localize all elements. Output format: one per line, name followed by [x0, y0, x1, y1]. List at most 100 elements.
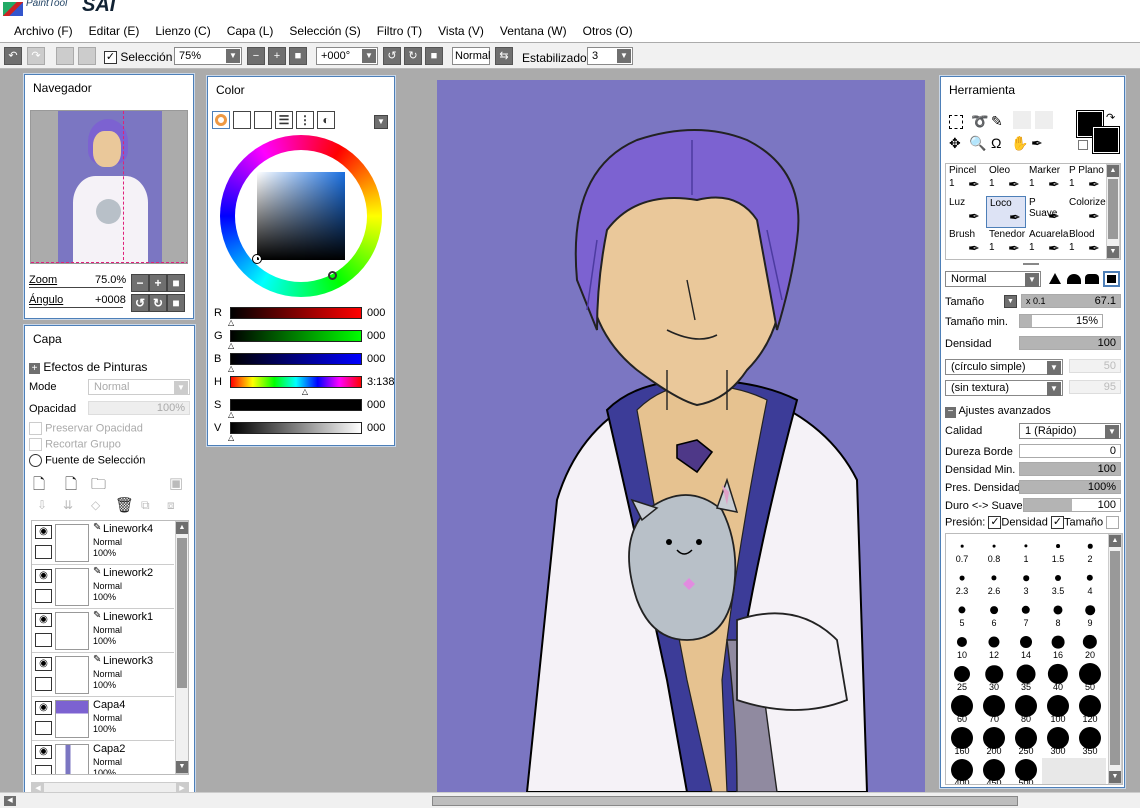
- layer-mode-select[interactable]: Normal ▼: [88, 379, 190, 395]
- menu-item-3[interactable]: Capa (L): [227, 24, 274, 38]
- scroll-left-icon[interactable]: ◀: [4, 796, 16, 806]
- brush-size-preset[interactable]: 70: [978, 694, 1010, 726]
- transfer-down-icon[interactable]: ⇩: [37, 498, 47, 512]
- zoom-out-icon[interactable]: −: [247, 47, 265, 65]
- layer-lock-box[interactable]: [35, 765, 52, 774]
- brush-size-preset[interactable]: 40: [1042, 662, 1074, 694]
- nav-rotate-reset-icon[interactable]: ■: [167, 294, 185, 312]
- layer-lock-box[interactable]: [35, 545, 52, 559]
- zoom-select[interactable]: 75% ▼: [174, 47, 242, 65]
- menu-item-1[interactable]: Editar (E): [89, 24, 140, 38]
- brush-size-preset[interactable]: 6: [978, 598, 1010, 630]
- angle-slider[interactable]: [29, 307, 123, 308]
- brush-size-preset[interactable]: 12: [978, 630, 1010, 662]
- brush-size-preset[interactable]: 80: [1010, 694, 1042, 726]
- brush-size-preset[interactable]: 16: [1042, 630, 1074, 662]
- brush-size-preset[interactable]: 5: [946, 598, 978, 630]
- merge-visible-icon[interactable]: ⧉: [141, 498, 150, 513]
- layer-lock-box[interactable]: [35, 677, 52, 691]
- trash-icon[interactable]: 🗑: [115, 496, 134, 514]
- texture-strength[interactable]: 95: [1069, 380, 1121, 394]
- zoom-icon[interactable]: 🔍: [969, 135, 986, 152]
- nav-zoom-out-icon[interactable]: −: [131, 274, 149, 292]
- scroll-thumb[interactable]: [1108, 179, 1118, 239]
- brush-size-preset[interactable]: 4: [1074, 566, 1106, 598]
- menu-item-5[interactable]: Filtro (T): [377, 24, 422, 38]
- brush-slot[interactable]: Oleo 1 ✒: [986, 164, 1026, 196]
- saturation-value-square[interactable]: [257, 172, 345, 260]
- layer-row[interactable]: ◉ ✎ Linework1 Normal 100%: [32, 609, 174, 653]
- move-icon[interactable]: ✥: [949, 135, 961, 152]
- brush-size-preset[interactable]: 0.7: [946, 534, 978, 566]
- brush-size-preset[interactable]: 30: [978, 662, 1010, 694]
- eyedropper-icon[interactable]: ✒: [1031, 135, 1043, 152]
- clip-group-toggle[interactable]: Recortar Grupo: [29, 438, 121, 451]
- menu-item-8[interactable]: Otros (O): [583, 24, 633, 38]
- eye-icon[interactable]: ◉: [35, 701, 52, 715]
- menu-item-4[interactable]: Selección (S): [289, 24, 360, 38]
- nav-rotate-right-icon[interactable]: ↻: [149, 294, 167, 312]
- brush-shape-sharp-icon[interactable]: [1049, 273, 1061, 284]
- brush-size-preset[interactable]: 50: [1074, 662, 1106, 694]
- selection-toggle[interactable]: ✓ Selección: [104, 50, 172, 65]
- pressure-size-checkbox[interactable]: ✓: [1050, 516, 1064, 529]
- brush-size-preset[interactable]: 0.8: [978, 534, 1010, 566]
- channel-slider[interactable]: [230, 422, 362, 434]
- hue-picker-handle[interactable]: [328, 271, 337, 280]
- brush-size-preset[interactable]: 2.6: [978, 566, 1010, 598]
- brush-size-preset[interactable]: 60: [946, 694, 978, 726]
- menu-item-6[interactable]: Vista (V): [438, 24, 484, 38]
- size-multiplier-dropdown-icon[interactable]: ▼: [1004, 295, 1017, 308]
- brush-size-preset[interactable]: 3: [1010, 566, 1042, 598]
- density-slider[interactable]: 100: [1019, 336, 1121, 350]
- brush-slot[interactable]: Pincel 1 ✒: [946, 164, 986, 196]
- new-linework-layer-icon[interactable]: 🗋: [65, 474, 77, 499]
- pressure-density-checkbox[interactable]: ✓: [988, 516, 1002, 529]
- stabilizer-select[interactable]: 3 ▼: [587, 47, 633, 65]
- merge-down-icon[interactable]: ⇊: [63, 498, 73, 512]
- brush-blend-select[interactable]: Normal ▼: [945, 271, 1041, 287]
- channel-slider[interactable]: [230, 307, 362, 319]
- canvas-scroll-thumb[interactable]: [432, 796, 1018, 806]
- brush-size-preset[interactable]: 35: [1010, 662, 1042, 694]
- scroll-thumb[interactable]: [177, 538, 187, 688]
- brush-slot[interactable]: Blood 1 ✒: [1066, 228, 1106, 260]
- swap-colors-icon[interactable]: ↷: [1106, 111, 1115, 124]
- edge-hardness-slider[interactable]: 0: [1019, 444, 1121, 458]
- brush-size-preset[interactable]: 250: [1010, 726, 1042, 758]
- brush-slot[interactable]: P Suave ✒: [1026, 196, 1066, 228]
- undo-icon[interactable]: ↶: [4, 47, 22, 65]
- eye-icon[interactable]: ◉: [35, 745, 52, 759]
- tool-splitter[interactable]: [1023, 263, 1039, 265]
- brush-size-preset[interactable]: 100: [1042, 694, 1074, 726]
- menu-item-2[interactable]: Lienzo (C): [155, 24, 210, 38]
- angle-select[interactable]: +000° ▼: [316, 47, 378, 65]
- scroll-down-icon[interactable]: ▼: [176, 761, 188, 773]
- brush-slot[interactable]: Loco ✒: [986, 196, 1026, 228]
- rotate-left-icon[interactable]: ↺: [383, 47, 401, 65]
- redo-icon[interactable]: ↷: [27, 47, 45, 65]
- zoom-reset-icon[interactable]: ■: [289, 47, 307, 65]
- layer-lock-box[interactable]: [35, 721, 52, 735]
- layer-row[interactable]: ◉ ✎ Linework3 Normal 100%: [32, 653, 174, 697]
- menu-item-0[interactable]: Archivo (F): [14, 24, 73, 38]
- brush-size-preset[interactable]: 3.5: [1042, 566, 1074, 598]
- scroll-down-icon[interactable]: ▼: [1107, 246, 1119, 258]
- layer-lock-box[interactable]: [35, 589, 52, 603]
- brush-slot[interactable]: Luz ✒: [946, 196, 986, 228]
- secondary-color-swatch[interactable]: [1092, 126, 1120, 154]
- pressure-density-slider[interactable]: 100%: [1019, 480, 1121, 494]
- brush-size-preset[interactable]: 25: [946, 662, 978, 694]
- scroll-down-icon[interactable]: ▼: [1109, 771, 1121, 783]
- brush-shape-strength[interactable]: 50: [1069, 359, 1121, 373]
- layer-row[interactable]: ◉ ✎ Linework4 Normal 100%: [32, 521, 174, 565]
- brush-grid-scrollbar[interactable]: ▲ ▼: [1106, 164, 1120, 259]
- brush-slot[interactable]: Acuarela 1 ✒: [1026, 228, 1068, 260]
- blend-mode-box[interactable]: Normal: [452, 47, 490, 65]
- paint-effects-toggle[interactable]: + Efectos de Pinturas: [29, 360, 147, 374]
- brush-size-preset[interactable]: 1: [1010, 534, 1042, 566]
- layer-lock-box[interactable]: [35, 633, 52, 647]
- scratchpad-tab-icon[interactable]: ⋮: [296, 111, 314, 129]
- layer-opacity-slider[interactable]: 100%: [88, 401, 190, 415]
- layer-row[interactable]: ◉ ✎ Linework2 Normal 100%: [32, 565, 174, 609]
